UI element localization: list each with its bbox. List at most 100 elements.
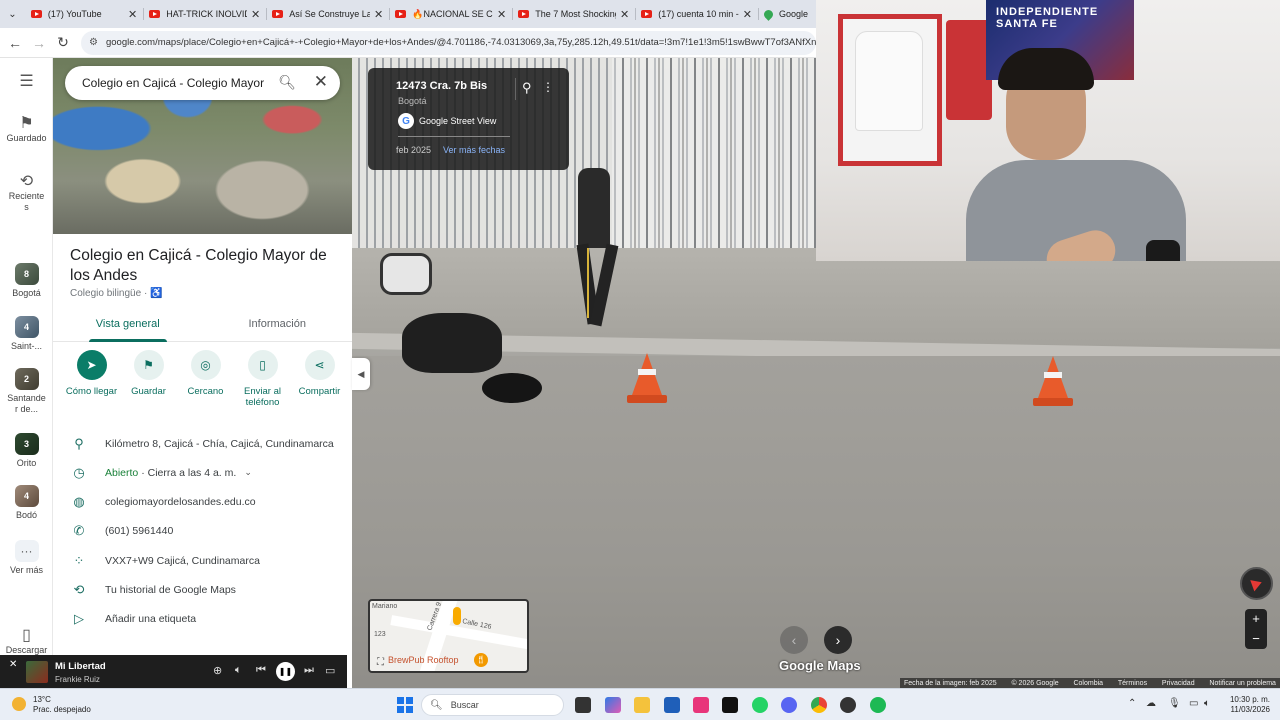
zoom-control[interactable]: + − — [1245, 609, 1267, 649]
place-actions: ➤ Cómo llegar ⚑ Guardar ◎ Cercano ▯ Enviar a… — [63, 350, 348, 408]
rail-item-orito[interactable]: 3 Orito — [0, 433, 53, 469]
chevron-up-icon[interactable]: ⌃ — [1128, 698, 1136, 709]
weather-widget[interactable]: 13°C Prac. despejado — [33, 695, 91, 715]
plus-code-row[interactable]: ⁘ VXX7+W9 Cajicá, Cundinamarca — [53, 546, 352, 575]
copilot-icon[interactable] — [605, 697, 621, 713]
more-dots-icon: ··· — [14, 540, 39, 562]
restaurant-pin-icon[interactable]: 🍴︎ — [474, 653, 488, 667]
spotify-icon[interactable] — [870, 697, 886, 713]
browser-tab[interactable]: Así Se Construye La I ✕ — [266, 0, 389, 28]
rail-item-saint[interactable]: 4 Saint-... — [0, 316, 53, 352]
rail-item-recent[interactable]: ⟲ Reciente s — [0, 174, 53, 213]
rail-item-download[interactable]: ▯ Descargar — [0, 628, 53, 656]
close-tab-icon[interactable]: ✕ — [497, 8, 506, 21]
browser-tab[interactable]: (17) cuenta 10 min - ✕ — [635, 0, 758, 28]
forward-arrow-icon[interactable]: → — [27, 35, 51, 51]
windows-taskbar: 13°C Prac. despejado 🔍︎ Buscar ⌃ ☁ 🎙︎ ▭ 🔈︎… — [0, 688, 1280, 720]
expand-icon[interactable]: ⛶ — [377, 657, 384, 668]
search-icon[interactable]: 🔍︎ — [278, 74, 296, 91]
system-clock[interactable]: 10:30 p. m. 11/03/2026 — [1216, 695, 1270, 715]
zoom-in-icon[interactable]: + — [1245, 609, 1267, 629]
browser-tab[interactable]: The 7 Most Shocking ✕ — [512, 0, 635, 28]
close-tab-icon[interactable]: ✕ — [620, 8, 629, 21]
back-arrow-icon[interactable]: ← — [3, 35, 27, 51]
whatsapp-icon[interactable] — [752, 697, 768, 713]
phone-row[interactable]: ✆ (601) 5961440 — [53, 516, 352, 545]
chrome-icon[interactable] — [811, 697, 827, 713]
close-tab-icon[interactable]: ✕ — [374, 8, 383, 21]
tab-label: 🔥NACIONAL SE CO — [412, 8, 494, 19]
pause-icon[interactable]: ❚❚ — [276, 662, 295, 681]
file-explorer-icon[interactable] — [634, 697, 650, 713]
rail-item-saved[interactable]: ⚑ Guardado — [0, 116, 53, 144]
browser-tab[interactable]: (17) YouTube ✕ — [25, 0, 143, 28]
miniplayer-icon[interactable]: ▭ — [325, 664, 335, 677]
tiktok-icon[interactable] — [722, 697, 738, 713]
volume-icon[interactable]: 🔈︎ — [235, 664, 242, 677]
youtube-icon — [395, 10, 407, 18]
store-icon[interactable] — [664, 697, 680, 713]
search-input[interactable]: Colegio en Cajicá - Colegio Mayor d — [82, 76, 264, 90]
history-row[interactable]: ⟲ Tu historial de Google Maps — [53, 575, 352, 604]
previous-arrow-icon[interactable]: ‹ — [780, 626, 808, 654]
more-vert-icon[interactable]: ⋮ — [542, 80, 554, 94]
website-row[interactable]: ◍ colegiomayordelosandes.edu.co — [53, 487, 352, 516]
tab-label: (17) cuenta 10 min - — [658, 9, 739, 19]
browser-tab[interactable]: 🔥NACIONAL SE CO ✕ — [389, 0, 512, 28]
save-button[interactable]: ⚑ Guardar — [120, 350, 177, 408]
menu-icon[interactable]: ☰ — [0, 74, 53, 91]
tab-label: HAT-TRICK INOLVIDA — [166, 9, 247, 19]
rail-item-bodo[interactable]: 4 Bodó — [0, 485, 53, 521]
add-icon[interactable]: ⊕ — [213, 664, 222, 677]
address-bar[interactable]: ⚙ google.com/maps/place/Colegio+en+Cajic… — [81, 30, 816, 55]
directions-button[interactable]: ➤ Cómo llegar — [63, 350, 120, 408]
onedrive-icon[interactable]: ☁ — [1146, 698, 1156, 709]
close-icon[interactable]: ✕ — [9, 659, 17, 670]
previous-track-icon[interactable]: ⏮︎ — [256, 664, 266, 677]
send-to-phone-button[interactable]: ▯ Enviar al teléfono — [234, 350, 291, 408]
site-info-icon[interactable]: ⚙ — [89, 37, 98, 48]
task-view-icon[interactable] — [575, 697, 591, 713]
compass-icon[interactable] — [1240, 567, 1273, 600]
browser-tab-active[interactable]: Google — [758, 0, 816, 28]
chevron-down-icon[interactable]: ⌄ — [244, 467, 252, 478]
street-view-minimap[interactable]: Mariano 123 Carrera 9 Calle 126 BrewPub … — [368, 599, 529, 673]
address-row[interactable]: ⚲ Kilómetro 8, Cajicá - Chía, Cajicá, Cun… — [53, 429, 352, 458]
microphone-icon[interactable]: 🎙︎ — [1168, 698, 1181, 709]
reload-icon[interactable]: ↻ — [51, 34, 75, 51]
nearby-button[interactable]: ◎ Cercano — [177, 350, 234, 408]
discord-icon[interactable] — [781, 697, 797, 713]
song-title: Mi Libertad — [55, 661, 106, 672]
rail-item-santander[interactable]: 2 Santande r de... — [0, 368, 53, 415]
share-button[interactable]: ⋖ Compartir — [291, 350, 348, 408]
tab-overview[interactable]: Vista general — [53, 312, 203, 342]
next-track-icon[interactable]: ⏭︎ — [304, 664, 314, 677]
plus-code-icon: ⁘ — [73, 552, 85, 568]
traffic-cone-base — [1033, 398, 1073, 406]
browser-tab[interactable]: HAT-TRICK INOLVIDA ✕ — [143, 0, 266, 28]
more-dates-link[interactable]: Ver más fechas — [443, 145, 505, 155]
rail-item-more[interactable]: ··· Ver más — [0, 540, 53, 576]
app-icon[interactable] — [840, 697, 856, 713]
weather-sun-icon[interactable] — [12, 697, 26, 711]
app-icon[interactable] — [693, 697, 709, 713]
close-tab-icon[interactable]: ✕ — [743, 8, 752, 21]
next-arrow-icon[interactable]: › — [824, 626, 852, 654]
close-icon[interactable]: ✕ — [314, 72, 328, 92]
tab-search-chevron-icon[interactable]: ⌄ — [0, 0, 25, 28]
hours-row[interactable]: ◷ Abierto · Cierra a las 4 a. m. ⌄ — [53, 458, 352, 487]
taskbar-search[interactable]: 🔍︎ Buscar — [421, 694, 564, 716]
volume-icon[interactable]: 🔈︎ — [1204, 698, 1210, 709]
collapse-panel-button[interactable]: ◀ — [352, 358, 370, 390]
traffic-cone — [1038, 356, 1068, 398]
tab-information[interactable]: Información — [203, 312, 353, 341]
zoom-out-icon[interactable]: − — [1245, 629, 1267, 649]
windows-start-icon[interactable] — [397, 697, 413, 713]
network-icon[interactable]: ▭ — [1189, 698, 1198, 709]
close-tab-icon[interactable]: ✕ — [251, 8, 260, 21]
close-tab-icon[interactable]: ✕ — [128, 8, 137, 21]
rail-item-bogota[interactable]: 8 Bogotá — [0, 263, 53, 299]
search-box[interactable]: Colegio en Cajicá - Colegio Mayor d 🔍︎ ✕ — [65, 66, 340, 100]
add-label-row[interactable]: ▷ Añadir una etiqueta — [53, 604, 352, 633]
location-pin-icon[interactable]: ⚲ — [522, 80, 532, 96]
